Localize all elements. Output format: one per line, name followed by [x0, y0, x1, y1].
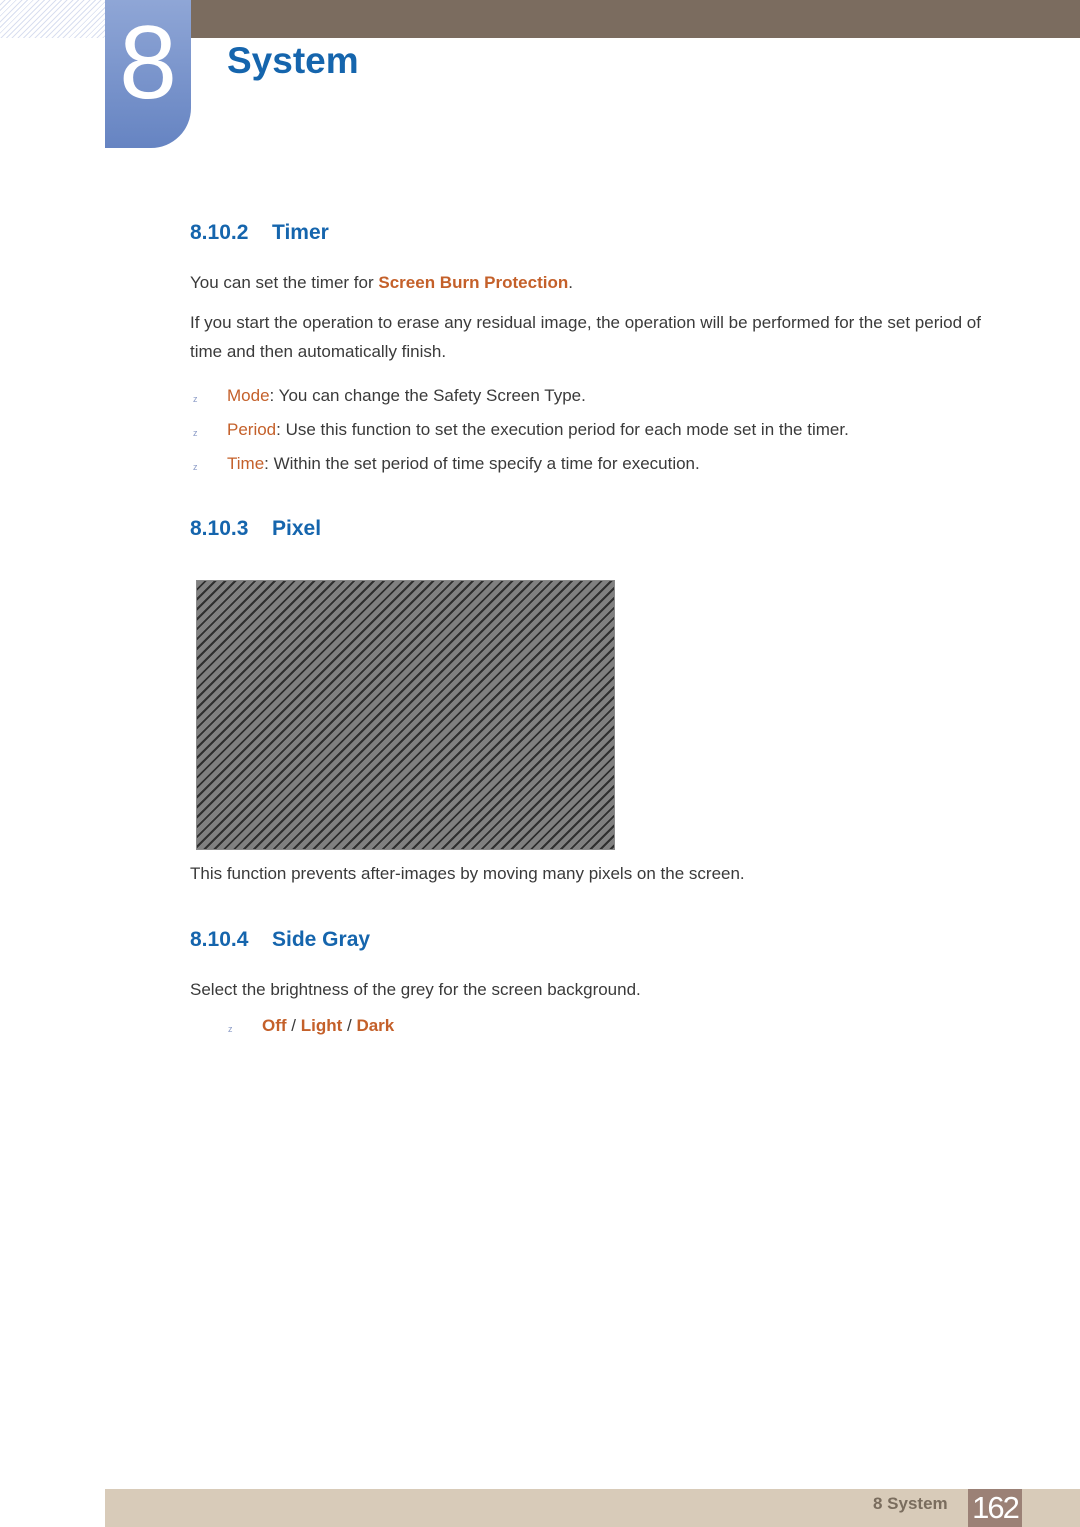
page-number: 162 — [968, 1489, 1022, 1527]
bullet-term: Mode — [227, 386, 270, 405]
list-item: z Time: Within the set period of time sp… — [193, 453, 700, 475]
section-number: 8.10.2 — [190, 221, 249, 244]
bullet-term: Period — [227, 420, 277, 439]
timer-intro-suffix: . — [568, 273, 573, 292]
section-title: Pixel — [272, 517, 322, 540]
bullet-icon: z — [193, 428, 198, 438]
section-heading-side-gray: 8.10.4 Side Gray — [190, 928, 370, 952]
bullet-term: Time — [227, 454, 265, 473]
option-off: Off — [262, 1016, 287, 1035]
pixel-pattern-image — [196, 580, 615, 850]
header-bar — [190, 0, 1080, 38]
timer-intro-text: You can set the timer for — [190, 273, 379, 292]
option-separator: / — [342, 1016, 357, 1035]
side-gray-description: Select the brightness of the grey for th… — [190, 980, 641, 999]
bullet-icon: z — [228, 1024, 233, 1034]
section-title: Timer — [272, 221, 329, 244]
header-hatch-decoration — [0, 0, 105, 38]
bullet-icon: z — [193, 462, 198, 472]
footer-section-label: 8 System — [873, 1494, 948, 1513]
section-title: Side Gray — [272, 928, 371, 951]
chapter-tab: 8 — [105, 0, 191, 148]
chapter-title: System — [227, 40, 359, 81]
section-number: 8.10.4 — [190, 928, 249, 951]
section-number: 8.10.3 — [190, 517, 249, 540]
section-heading-pixel: 8.10.3 Pixel — [190, 517, 321, 541]
chapter-number: 8 — [119, 5, 177, 121]
option-light: Light — [300, 1016, 343, 1035]
timer-paragraph: If you start the operation to erase any … — [190, 313, 981, 361]
bullet-text: : Within the set period of time specify … — [264, 454, 700, 473]
list-item: z Mode: You can change the Safety Screen… — [193, 385, 586, 407]
timer-intro: You can set the timer for Screen Burn Pr… — [190, 268, 573, 297]
option-dark: Dark — [356, 1016, 395, 1035]
bullet-icon: z — [193, 394, 198, 404]
bullet-text: : You can change the Safety Screen Type. — [269, 386, 586, 405]
section-heading-timer: 8.10.2 Timer — [190, 221, 329, 245]
pixel-description: This function prevents after-images by m… — [190, 864, 745, 883]
option-separator: / — [286, 1016, 301, 1035]
screen-burn-protection-link: Screen Burn Protection — [378, 273, 569, 292]
bullet-text: : Use this function to set the execution… — [276, 420, 849, 439]
list-item: z Period: Use this function to set the e… — [193, 419, 849, 441]
list-item: z Off / Light / Dark — [228, 1015, 395, 1037]
